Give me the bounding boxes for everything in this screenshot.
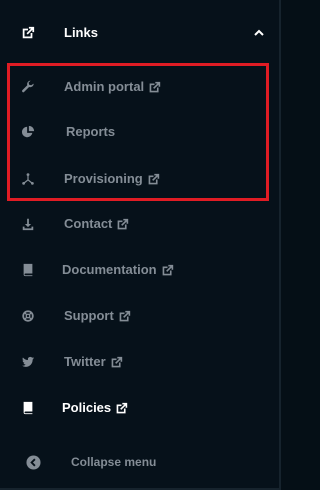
- sidebar-item-documentation[interactable]: Documentation: [0, 258, 279, 282]
- lifebuoy-icon: [20, 308, 36, 324]
- sidebar-item-label: Twitter: [64, 354, 123, 370]
- external-link-icon: [162, 264, 173, 275]
- sidebar-item-label: Policies: [62, 400, 128, 416]
- external-link-icon: [116, 402, 128, 413]
- sidebar-item-label: Admin portal: [64, 79, 161, 95]
- nodes-icon: [20, 171, 36, 187]
- open-external-icon: [20, 25, 36, 41]
- collapse-menu-label: Collapse menu: [71, 455, 157, 469]
- sidebar-item-label: Support: [64, 308, 131, 324]
- sidebar-item-support[interactable]: Support: [0, 304, 279, 328]
- sidebar-item-label: Reports: [66, 124, 116, 139]
- wrench-icon: [20, 79, 36, 95]
- external-link-icon: [149, 81, 161, 92]
- download-icon: [20, 216, 36, 232]
- twitter-icon: [20, 354, 36, 370]
- collapse-menu-button[interactable]: Collapse menu: [0, 450, 279, 474]
- links-section-header[interactable]: Links: [0, 21, 279, 45]
- external-link-icon: [118, 218, 129, 229]
- sidebar-item-label: Contact: [64, 216, 129, 232]
- pie-chart-icon: [20, 124, 36, 140]
- external-link-icon: [111, 356, 122, 367]
- chevron-up-icon[interactable]: [253, 27, 265, 39]
- external-link-icon: [119, 310, 131, 321]
- sidebar-panel: Links Admin portal Reports Provisioning …: [0, 0, 281, 490]
- sidebar-item-provisioning[interactable]: Provisioning: [0, 167, 279, 191]
- sidebar-item-label: Provisioning: [64, 171, 160, 187]
- sidebar-item-twitter[interactable]: Twitter: [0, 350, 279, 374]
- sidebar-item-label: Documentation: [62, 262, 174, 278]
- sidebar-item-admin-portal[interactable]: Admin portal: [0, 75, 279, 99]
- book-icon: [20, 262, 36, 278]
- book-icon: [20, 400, 36, 416]
- links-section-title: Links: [64, 25, 98, 40]
- external-link-icon: [148, 173, 159, 184]
- sidebar-item-policies[interactable]: Policies: [0, 396, 279, 420]
- sidebar-item-reports[interactable]: Reports: [0, 120, 279, 144]
- chevron-left-circle-icon: [25, 454, 41, 470]
- sidebar-item-contact[interactable]: Contact: [0, 212, 279, 236]
